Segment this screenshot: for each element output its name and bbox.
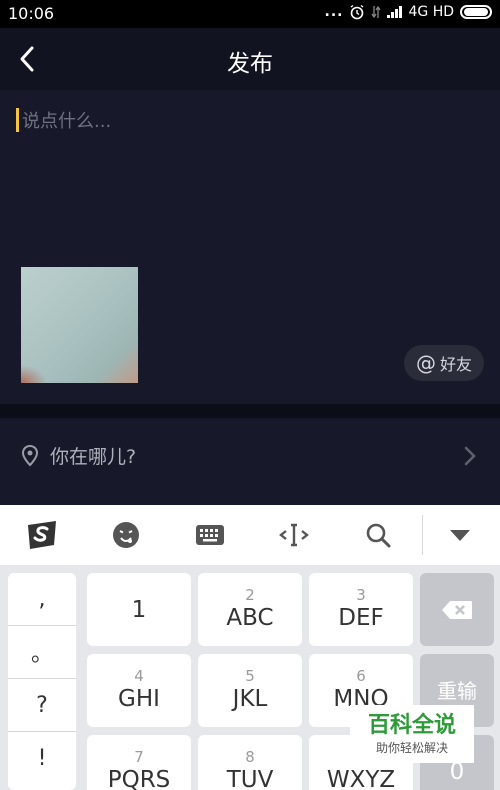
battery-icon (460, 5, 492, 19)
emoji-icon (113, 522, 139, 548)
punctuation-key[interactable]: ! (8, 732, 76, 785)
collapse-keyboard-icon (450, 530, 470, 541)
sogou-logo-icon (28, 521, 56, 549)
data-transfer-icon (371, 5, 382, 19)
key-number: 8 (245, 747, 255, 766)
key-5[interactable]: 5 JKL (198, 654, 302, 727)
caption-input[interactable] (22, 108, 482, 134)
key-number: 2 (245, 585, 255, 604)
key-2[interactable]: 2 ABC (198, 573, 302, 646)
sogou-logo-button[interactable] (24, 517, 60, 553)
watermark-logo: 百科全说 助你轻松解决 (350, 705, 474, 763)
mention-friends-button[interactable]: @ 好友 (403, 345, 484, 381)
key-label: GHI (118, 685, 160, 712)
alarm-icon (351, 4, 364, 20)
key-number: 4 (134, 666, 144, 685)
keyboard-switch-button[interactable] (192, 517, 228, 553)
key-number: 6 (356, 666, 366, 685)
compose-area: @ 好友 (0, 90, 500, 404)
key-number: 3 (356, 585, 366, 604)
punctuation-key[interactable]: 。 (8, 626, 76, 679)
nav-bar: 发布 (0, 28, 500, 90)
key-label: JKL (232, 685, 268, 712)
emoji-button[interactable] (108, 517, 144, 553)
key-number: 5 (245, 666, 255, 685)
key-1[interactable]: 1 (87, 573, 191, 646)
key-label: ABC (226, 604, 274, 631)
signal-icon (387, 6, 403, 18)
media-thumbnail[interactable] (21, 267, 138, 383)
status-icons: ... 4G HD (325, 4, 492, 20)
more-notifications-icon: ... (324, 4, 344, 20)
toolbar-separator (422, 515, 423, 555)
key-number: 7 (134, 747, 144, 766)
collapse-keyboard-button[interactable] (442, 517, 478, 553)
status-time: 10:06 (8, 4, 55, 23)
watermark-title: 百科全说 (367, 712, 456, 738)
key-label: PQRS (107, 766, 171, 790)
key-8[interactable]: 8 TUV (198, 735, 302, 790)
punctuation-key[interactable]: ? (8, 679, 76, 732)
retype-label: 重输 (437, 678, 477, 703)
key-label: WXYZ (326, 766, 396, 790)
cursor-move-button[interactable] (276, 517, 312, 553)
watermark-subtitle: 助你轻松解决 (375, 740, 448, 755)
key-7[interactable]: 7 PQRS (87, 735, 191, 790)
keyboard-toolbar (0, 505, 500, 565)
location-label: 你在哪儿? (50, 446, 137, 468)
search-button[interactable] (360, 517, 396, 553)
key-label: TUV (226, 766, 274, 790)
status-bar: 10:06 ... 4G HD (0, 0, 500, 28)
key-label: 1 (131, 596, 147, 623)
key-label: DEF (338, 604, 384, 631)
text-cursor (16, 108, 19, 132)
network-type: 4G HD (408, 4, 454, 20)
mention-label: 好友 (439, 355, 472, 374)
key-4[interactable]: 4 GHI (87, 654, 191, 727)
punctuation-key[interactable]: , (8, 573, 76, 626)
search-icon (366, 523, 391, 548)
backspace-icon (442, 600, 472, 619)
location-row[interactable]: 你在哪儿? (0, 418, 500, 505)
section-divider (0, 404, 500, 418)
location-pin-icon (21, 445, 39, 467)
punctuation-column[interactable]: , 。 ? ! (8, 573, 76, 790)
page-title: 发布 (227, 51, 273, 77)
at-icon: @ (415, 351, 436, 375)
chevron-right-icon (464, 446, 476, 466)
key-3[interactable]: 3 DEF (309, 573, 413, 646)
keyboard-icon (196, 525, 224, 545)
delete-key[interactable] (420, 573, 494, 646)
cursor-move-icon (279, 523, 309, 547)
